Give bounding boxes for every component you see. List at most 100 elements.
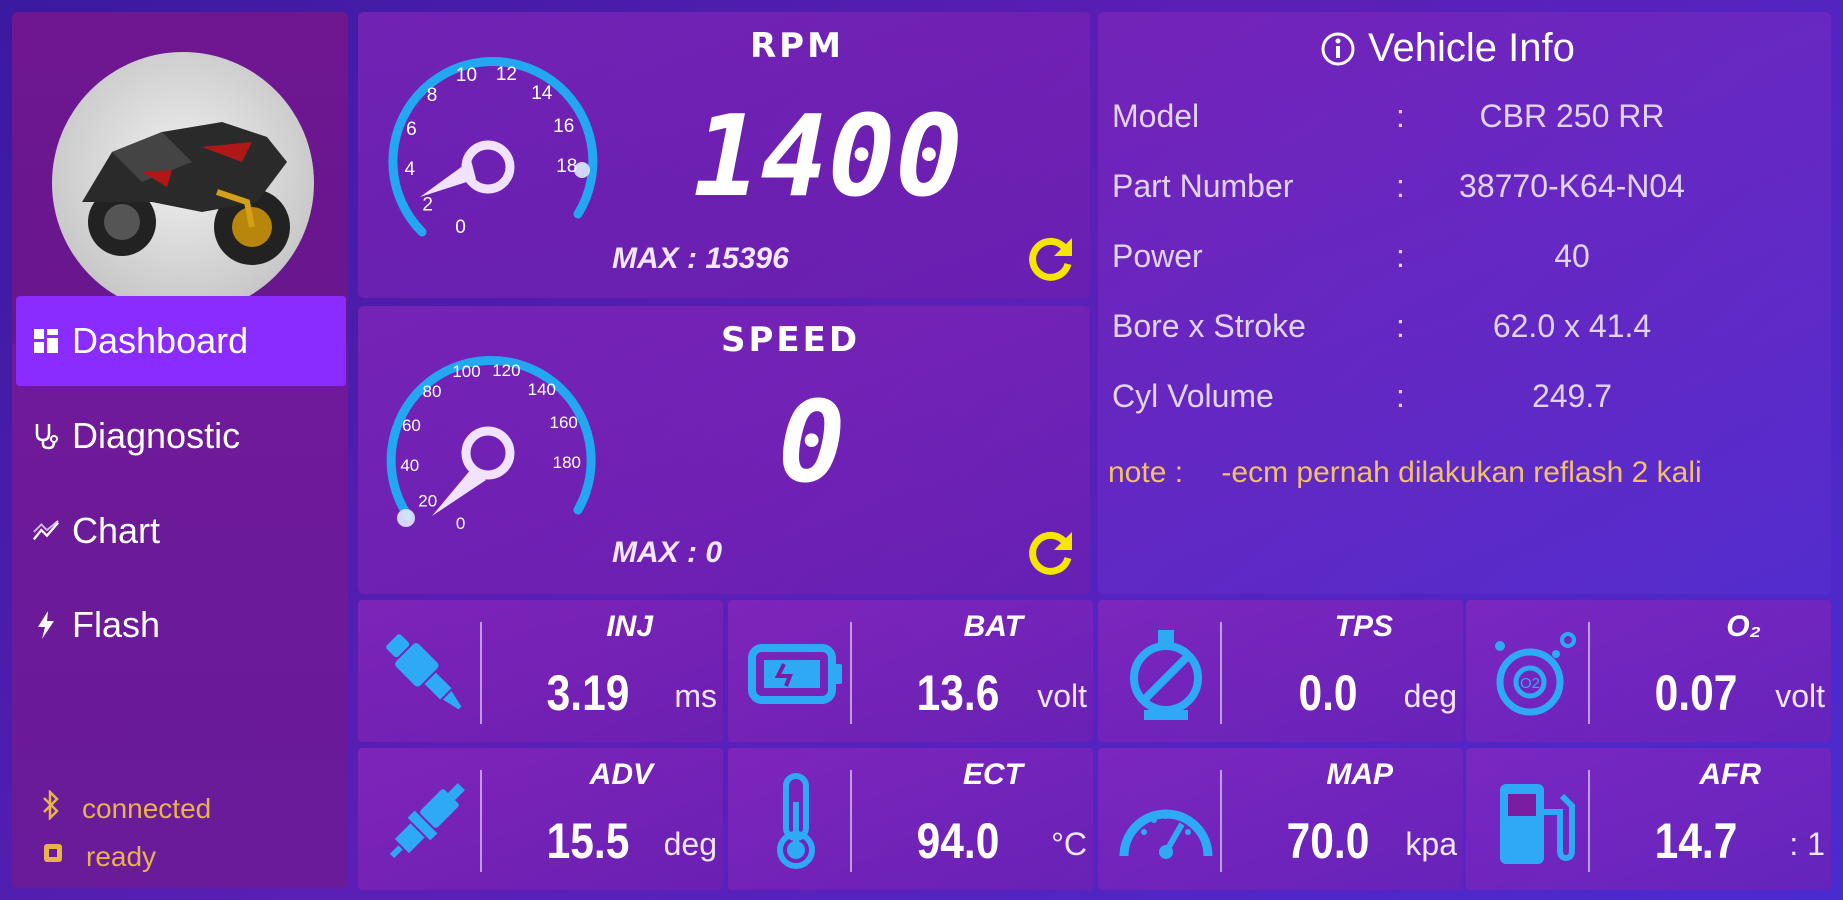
vehicle-info-header: Vehicle Info (1320, 26, 1575, 71)
nav-label: Chart (72, 510, 161, 551)
rpm-panel: 0 2 4 6 8 10 12 14 16 18 RPM 1400 MAX : 15396 (358, 12, 1090, 298)
sensor-value: 14.7 (1654, 813, 1738, 869)
tile-divider (480, 622, 482, 724)
fuel-pump-icon (1500, 784, 1575, 864)
status-label: ready (86, 840, 157, 872)
sidebar: Dashboard Diagnostic Chart Flash connect… (12, 12, 348, 888)
rpm-gauge: 0 24 68 10 12 1416 18 (388, 57, 598, 238)
tile-divider (480, 770, 482, 872)
speed-reset-icon[interactable] (1022, 524, 1078, 580)
sensor-unit: deg (1403, 678, 1457, 714)
info-value: 249.7 (1531, 378, 1613, 414)
status-label: connected (82, 792, 212, 824)
sensor-tile-afr: AFR 14.7 : 1 (1466, 748, 1831, 890)
speed-tick-label: 140 (528, 380, 556, 399)
rpm-tick-label: 18 (556, 156, 577, 177)
vehicle-info-row: Model : CBR 250 RR (1112, 98, 1772, 158)
sensor-value: 0.0 (1298, 665, 1358, 721)
nav-label: Dashboard (72, 320, 249, 361)
tile-divider (1220, 622, 1222, 724)
speed-tick-label: 0 (456, 514, 465, 533)
stethoscope-icon (32, 422, 60, 450)
tile-divider (850, 622, 852, 724)
rpm-title: RPM (750, 26, 844, 66)
vehicle-note: note : -ecm pernah dilakukan reflash 2 k… (1108, 456, 1702, 490)
throttle-icon (1130, 630, 1202, 720)
nav-label: Diagnostic (72, 415, 241, 456)
rpm-tick-label: 12 (496, 64, 517, 85)
bluetooth-icon (40, 788, 62, 827)
rpm-value: 1400 (693, 92, 963, 222)
info-sep: : (1396, 308, 1405, 344)
vehicle-info-title: Vehicle Info (1368, 26, 1575, 70)
sensor-tile-bat: BAT 13.6 volt (728, 600, 1093, 742)
nav-dashboard[interactable]: Dashboard (16, 296, 346, 386)
sensor-unit: ms (674, 678, 717, 714)
speed-tick-label: 100 (452, 362, 480, 381)
rpm-tick-label: 10 (456, 65, 477, 86)
tile-divider (1588, 622, 1590, 724)
oxygen-sensor-icon: O2 (1495, 632, 1576, 716)
info-sep: : (1396, 378, 1405, 414)
vehicle-info-row: Cyl Volume : 249.7 (1112, 378, 1772, 438)
sensor-tile-inj: INJ 3.19 ms (358, 600, 723, 742)
sensor-label: BAT (963, 610, 1023, 643)
sensor-label: O₂ (1726, 610, 1761, 643)
rpm-max: MAX : 15396 (612, 242, 789, 276)
vehicle-info-row: Part Number : 38770-K64-N04 (1112, 168, 1772, 228)
info-value: 38770-K64-N04 (1459, 168, 1685, 204)
sensor-label: ADV (589, 758, 653, 791)
rpm-reset-icon[interactable] (1022, 230, 1078, 286)
speed-tick-label: 40 (400, 456, 419, 475)
tile-divider (850, 770, 852, 872)
rpm-max-value: 15396 (705, 242, 789, 275)
sensor-tile-map: MAP 70.0 kpa (1098, 748, 1463, 890)
pressure-gauge-icon (1119, 809, 1213, 859)
info-key: Power (1112, 238, 1203, 274)
speed-tick-label: 160 (550, 413, 578, 432)
info-key: Cyl Volume (1112, 378, 1274, 414)
info-value: CBR 250 RR (1479, 98, 1665, 134)
info-sep: : (1396, 168, 1405, 204)
nav-flash[interactable]: Flash (16, 580, 346, 670)
svg-text:O2: O2 (1520, 675, 1540, 692)
sensor-value: 0.07 (1654, 665, 1738, 721)
sensor-value: 94.0 (916, 813, 1000, 869)
sensor-label: AFR (1699, 758, 1761, 791)
sensor-unit: deg (663, 826, 717, 862)
nav-diagnostic[interactable]: Diagnostic (16, 391, 346, 481)
speed-panel: 0 20 40 60 80 100 120 140 160 180 SPEED 0 MAX : 0 (358, 306, 1090, 594)
rpm-tick-label: 16 (553, 116, 574, 137)
sensor-label: ECT (963, 758, 1023, 791)
speed-max-label: MAX : (612, 536, 697, 569)
speed-max: MAX : 0 (612, 536, 722, 570)
rpm-tick-label: 0 (455, 217, 466, 238)
info-key: Model (1112, 98, 1200, 134)
info-sep: : (1396, 98, 1405, 134)
sensor-value: 13.6 (916, 665, 1000, 721)
rpm-tick-label: 4 (405, 159, 416, 180)
speed-tick-label: 20 (418, 492, 437, 511)
chart-icon (32, 518, 60, 544)
vehicle-info-row: Bore x Stroke : 62.0 x 41.4 (1112, 308, 1772, 368)
sensor-tile-tps: TPS 0.0 deg (1098, 600, 1463, 742)
speed-max-value: 0 (705, 536, 723, 569)
dashboard-icon (32, 328, 60, 354)
sensor-unit: volt (1037, 678, 1087, 714)
thermometer-icon (777, 773, 815, 869)
sensor-value: 70.0 (1286, 813, 1370, 869)
flash-icon (32, 611, 60, 639)
sensor-label: MAP (1326, 758, 1393, 791)
sensor-value: 15.5 (546, 813, 630, 869)
info-value: 62.0 x 41.4 (1492, 308, 1652, 344)
rpm-tick-label: 6 (406, 119, 417, 140)
vehicle-avatar (52, 52, 314, 314)
sensor-value: 3.19 (546, 665, 630, 721)
note-label: note : (1108, 456, 1184, 489)
info-key: Part Number (1112, 168, 1294, 204)
nav-label: Flash (72, 604, 161, 645)
nav-chart[interactable]: Chart (16, 486, 346, 576)
info-key: Bore x Stroke (1112, 308, 1306, 344)
speed-gauge: 0 20 40 6080 100 120 140 160 180 (386, 355, 596, 533)
status-connected: connected (40, 788, 212, 827)
